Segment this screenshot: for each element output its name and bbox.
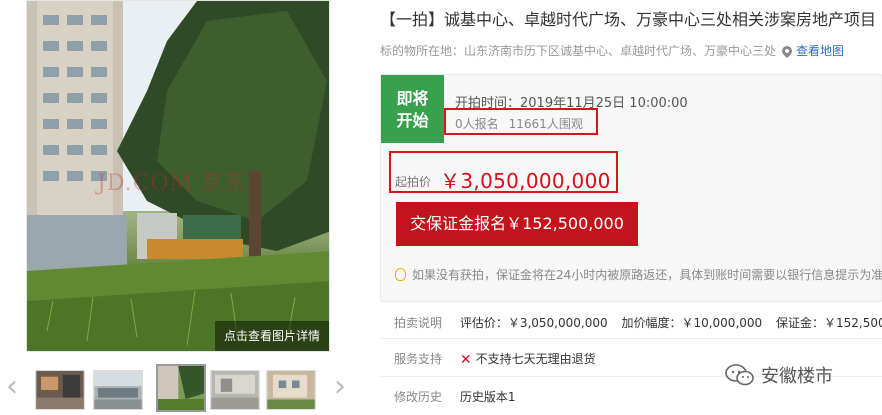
thumbnail-5[interactable] xyxy=(266,370,316,410)
status-line-2: 开始 xyxy=(396,111,429,130)
deposit-amount: 保证金：￥152,500,000 xyxy=(776,316,882,330)
edit-history-label: 修改历史 xyxy=(394,390,443,404)
view-photo-details-button[interactable]: 点击查看图片详情 xyxy=(215,321,329,351)
service-support-label: 服务支持 xyxy=(394,352,443,366)
deposit-refund-text: 如果没有获拍，保证金将在24小时内被原路返还，具体到账时间需要以银行信息提示为准 xyxy=(412,268,882,282)
map-pin-icon xyxy=(779,43,795,59)
bid-increment: 加价幅度：￥10,000,000 xyxy=(621,316,763,330)
service-support-row: 服务支持 ✕ 不支持七天无理由退货 xyxy=(394,350,596,368)
thumbnail-2[interactable] xyxy=(93,370,143,410)
location-address: 山东济南市历下区诚基中心、卓越时代广场、万豪中心三处 xyxy=(464,44,777,58)
photo-watermark: JD.COM 京东 xyxy=(97,171,248,196)
lightbulb-icon xyxy=(395,268,406,281)
wechat-account-watermark: 安徽楼市 xyxy=(725,362,833,388)
highlight-frame-price xyxy=(389,151,618,193)
auction-description-row: 拍卖说明 评估价：￥3,050,000,000 加价幅度：￥10,000,000… xyxy=(394,314,882,331)
status-line-1: 即将 xyxy=(396,89,429,108)
divider xyxy=(380,338,882,339)
thumbnail-4[interactable] xyxy=(210,370,260,410)
item-location: 标的物所在地：山东济南市历下区诚基中心、卓越时代广场、万豪中心三处 查看地图 xyxy=(380,42,844,59)
auction-title: 【一拍】诚基中心、卓越时代广场、万豪中心三处相关涉案房地产项目 xyxy=(380,10,877,29)
history-version-link[interactable]: 历史版本1 xyxy=(460,390,516,404)
thumbnail-1[interactable] xyxy=(35,370,85,410)
view-map-link[interactable]: 查看地图 xyxy=(796,44,844,58)
location-label: 标的物所在地： xyxy=(380,44,465,58)
pay-deposit-register-button[interactable]: 交保证金报名￥152,500,000 xyxy=(396,202,638,246)
wechat-account-name: 安徽楼市 xyxy=(761,366,833,387)
wechat-icon xyxy=(725,364,754,386)
auction-panel: 即将 开始 开拍时间：2019年11月25日 10:00:00 0人报名 1166… xyxy=(380,74,882,302)
highlight-frame-stats xyxy=(444,108,598,135)
main-property-photo[interactable]: JD.COM 京东 点击查看图片详情 xyxy=(26,0,330,352)
appraisal-price: 评估价：￥3,050,000,000 xyxy=(459,316,608,330)
thumbnail-strip: ‹ › xyxy=(0,360,360,415)
deposit-refund-note: 如果没有获拍，保证金将在24小时内被原路返还，具体到账时间需要以银行信息提示为准 xyxy=(395,266,882,283)
edit-history-row: 修改历史 历史版本1 xyxy=(394,388,515,405)
thumbnail-3[interactable] xyxy=(156,364,206,412)
auction-description-label: 拍卖说明 xyxy=(394,316,443,330)
chevron-right-icon[interactable]: › xyxy=(330,372,350,406)
close-icon: ✕ xyxy=(459,352,472,368)
service-support-value: 不支持七天无理由退货 xyxy=(475,352,596,366)
status-badge: 即将 开始 xyxy=(381,75,444,143)
chevron-left-icon[interactable]: ‹ xyxy=(2,372,22,406)
